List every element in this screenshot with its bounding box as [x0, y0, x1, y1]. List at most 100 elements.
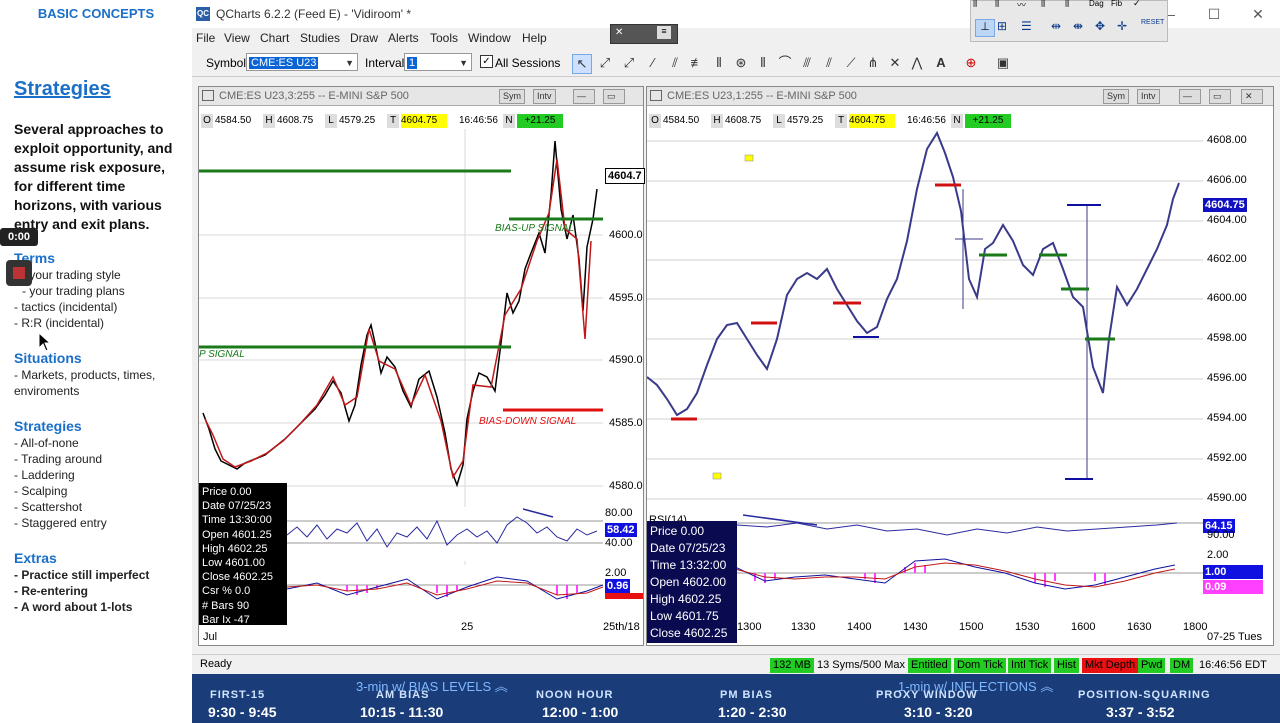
signal-label: P SIGNAL — [199, 349, 245, 360]
main-toolbar: Symbol CME:ES U23 ▼ Interval 1 ▼ ✓ All Ses… — [192, 50, 1280, 77]
time-axis-label: 25th/18 — [603, 621, 640, 633]
reset-button[interactable]: RESET — [1141, 19, 1164, 26]
dag-button[interactable]: Dag — [1089, 0, 1104, 8]
window-title: QCharts 6.2.2 (Feed E) - 'Vidiroom' * — [216, 7, 412, 21]
sym-button[interactable]: Sym — [1103, 89, 1129, 104]
notes-title: Strategies — [14, 78, 111, 100]
volume-icon[interactable]: ⫼ — [1041, 0, 1045, 9]
list-item: - your trading style — [22, 268, 121, 282]
chart-title: CME:ES U23,1:255 -- E-MINI S&P 500 — [667, 90, 857, 102]
maximize-icon[interactable]: ▭ — [1209, 89, 1231, 104]
gann-tool-icon[interactable]: ⊛ — [732, 54, 750, 72]
menu-file[interactable]: File — [196, 31, 215, 45]
maximize-icon[interactable]: ▭ — [603, 89, 625, 104]
list-item: - Scalping — [14, 484, 68, 498]
time-axis-label: 1800 — [1183, 621, 1208, 633]
price-axis-label: 4592.00 — [1207, 452, 1247, 464]
pitchfork-tool-icon[interactable]: ⋔ — [864, 54, 882, 72]
menu-chart[interactable]: Chart — [260, 31, 289, 45]
vertical-line-tool-icon[interactable]: ⦀ — [710, 54, 728, 72]
zoom-in-icon[interactable]: ⇼ — [1073, 19, 1083, 33]
stop-record-button[interactable] — [6, 260, 32, 286]
indicator-axis-label: 40.00 — [605, 537, 633, 549]
eraser-tool-icon[interactable]: ✕ — [886, 54, 904, 72]
minimize-icon[interactable]: — — [1179, 89, 1201, 104]
zoom-fit-icon[interactable]: ⇹ — [1051, 19, 1061, 33]
last-price-label: 4604.7 — [605, 168, 645, 184]
sym-button[interactable]: Sym — [499, 89, 525, 104]
line-tool-icon[interactable]: ⤢ — [596, 54, 614, 72]
chart-title: CME:ES U23,3:255 -- E-MINI S&P 500 — [219, 90, 409, 102]
price-plot-1min[interactable] — [647, 129, 1203, 507]
app-logo-icon: QC — [196, 7, 210, 21]
ohlc-strip: O 4584.50 H 4608.75 L 4579.25 T 4604.75 16:4… — [649, 114, 1011, 128]
macd-plot-3min[interactable] — [287, 565, 603, 619]
recording-timer: 0:00 — [0, 228, 38, 246]
all-sessions-checkbox[interactable]: ✓ — [480, 55, 493, 68]
candles-icon[interactable]: ⫼ — [995, 0, 999, 9]
line-chart-icon[interactable]: 〰 — [1017, 0, 1026, 11]
maximize-button[interactable]: ☐ — [1194, 4, 1234, 24]
menu-icon[interactable]: ≡ — [657, 26, 671, 39]
minimize-icon[interactable]: — — [573, 89, 595, 104]
properties-icon[interactable]: ▣ — [994, 54, 1012, 72]
chart-icon — [650, 90, 662, 101]
bars-icon[interactable]: ⫼ — [973, 0, 977, 9]
all-sessions-label: All Sessions — [495, 56, 561, 70]
check-icon[interactable]: ✓ — [1133, 0, 1141, 9]
menu-view[interactable]: View — [224, 31, 250, 45]
price-axis-label: 4595.0 — [609, 292, 643, 304]
macd-histogram-value: 0.09 — [1203, 580, 1263, 594]
pointer-tool-icon[interactable]: ↖ — [572, 54, 592, 74]
grid-icon[interactable]: ⊞ — [997, 19, 1007, 33]
fan-tool-icon[interactable]: ⟋ — [842, 54, 860, 72]
cycle-tool-icon[interactable]: ⦀ — [754, 54, 772, 72]
chevron-up-icon: ︽ — [494, 679, 508, 694]
menu-bar: File View Chart Studies Draw Alerts Tool… — [192, 28, 562, 48]
move-icon[interactable]: ✥ — [1095, 19, 1105, 33]
fib-button[interactable]: Fib — [1111, 0, 1122, 8]
trendline-tool-icon[interactable]: ⁄ — [644, 54, 662, 72]
arc-tool-icon[interactable]: ⌒ — [776, 54, 794, 72]
macd-plot-1min[interactable] — [735, 553, 1203, 603]
chart-window-1min[interactable]: CME:ES U23,1:255 -- E-MINI S&P 500 Sym I… — [646, 86, 1274, 646]
text-tool-icon[interactable]: A — [932, 54, 950, 72]
speed-lines-tool-icon[interactable]: ⫻ — [798, 54, 816, 72]
rsi-plot-3min[interactable] — [287, 507, 603, 561]
menu-window[interactable]: Window — [468, 31, 511, 45]
cross-tool-icon[interactable]: ⊥ — [975, 19, 995, 37]
mouse-cursor-icon — [38, 332, 52, 352]
fib-tool-icon[interactable]: ≢ — [688, 54, 706, 72]
regression-tool-icon[interactable]: ⫽ — [820, 54, 838, 72]
ray-tool-icon[interactable]: ⤢ — [620, 54, 638, 72]
menu-studies[interactable]: Studies — [300, 31, 340, 45]
close-icon[interactable]: ✕ — [615, 27, 623, 38]
chart-window-3min[interactable]: CME:ES U23,3:255 -- E-MINI S&P 500 Sym I… — [198, 86, 645, 646]
chart-title-bar: CME:ES U23,3:255 -- E-MINI S&P 500 Sym I… — [199, 87, 643, 106]
channel-tool-icon[interactable]: ⫽ — [666, 54, 684, 72]
interval-label: Interval — [365, 56, 405, 70]
list-item: - tactics (incidental) — [14, 300, 118, 314]
triangle-tool-icon[interactable]: ⋀ — [908, 54, 926, 72]
menu-tools[interactable]: Tools — [430, 31, 458, 45]
pan-icon[interactable]: ✛ — [1117, 19, 1127, 33]
time-axis-label: 1430 — [903, 621, 928, 633]
menu-draw[interactable]: Draw — [350, 31, 378, 45]
close-icon[interactable]: ✕ — [1241, 89, 1263, 104]
menu-help[interactable]: Help — [522, 31, 547, 45]
notes-intro: Several approaches to exploit opportunit… — [14, 121, 173, 232]
level-icon[interactable]: ☰ — [1021, 19, 1032, 33]
alert-tool-icon[interactable]: ⊕ — [962, 54, 980, 72]
close-button[interactable]: ✕ — [1238, 4, 1278, 24]
slot-time: 10:15 - 11:30 — [360, 704, 444, 720]
interval-select[interactable]: 1 ▼ — [404, 53, 472, 71]
list-item: - Markets, products, times, — [14, 368, 156, 382]
list-item: - R:R (incidental) — [14, 316, 105, 330]
intv-button[interactable]: Intv — [533, 89, 556, 104]
status-clock: 16:46:56 EDT — [1199, 659, 1267, 671]
symbol-select[interactable]: CME:ES U23 ▼ — [246, 53, 358, 71]
intv-button[interactable]: Intv — [1137, 89, 1160, 104]
step-icon[interactable]: ⫼ — [1065, 0, 1069, 9]
status-hist: Hist — [1054, 658, 1079, 673]
menu-alerts[interactable]: Alerts — [388, 31, 419, 45]
